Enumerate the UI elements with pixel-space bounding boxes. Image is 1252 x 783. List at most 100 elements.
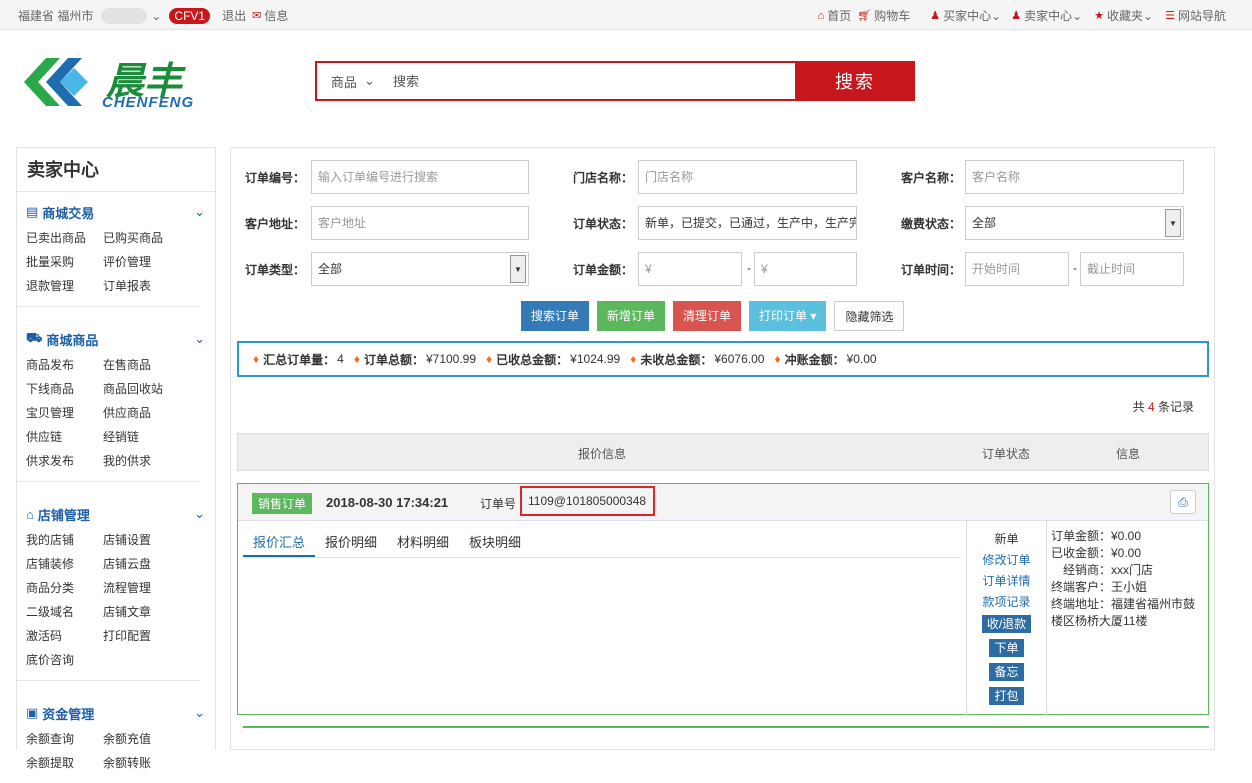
search-category-select[interactable]: 商品 ⌄ [317, 63, 389, 99]
sidebar-item[interactable]: 我的店铺 [26, 528, 103, 552]
cart-link[interactable]: 🛒︎ 购物车 [857, 7, 910, 24]
group-header[interactable]: ▤ 商城交易 ⌄ [26, 202, 205, 222]
chevron-down-icon[interactable]: ⌄ [151, 9, 161, 23]
customer-input[interactable]: 客户名称 [965, 160, 1184, 194]
tab-quote-summary[interactable]: 报价汇总 [243, 529, 316, 557]
clear-orders-button[interactable]: 清理订单 [673, 301, 742, 331]
chevron-down-icon: ⌄ [1072, 8, 1083, 23]
tab-quote-detail[interactable]: 报价明细 [315, 529, 387, 557]
sidebar-item[interactable]: 供应商品 [103, 401, 180, 425]
group-title: 店铺管理 [37, 507, 90, 523]
store-label: 门店名称： [573, 171, 634, 185]
sidebar-item[interactable]: 店铺设置 [103, 528, 180, 552]
edit-order-link[interactable]: 修改订单 [967, 550, 1046, 571]
order-type-badge: 销售订单 [252, 493, 313, 514]
sidebar-item[interactable]: 供应链 [26, 425, 103, 449]
logout-link[interactable]: 退出 [222, 7, 246, 24]
memo-button[interactable]: 备忘 [989, 663, 1024, 681]
sidebar-item[interactable]: 供求发布 [26, 449, 103, 473]
summary-bar: ♦ 汇总订单量： 4 ♦ 订单总额： ¥7100.99 ♦ 已收总金额： ¥1024.99 … [237, 341, 1209, 377]
sidebar-item[interactable]: 流程管理 [103, 576, 180, 600]
amount-label: 订单金额： [573, 263, 634, 277]
sidebar-item[interactable]: 余额转账 [103, 751, 180, 775]
order-type-value: 全部 [318, 262, 343, 276]
sidebar-item[interactable]: 激活码 [26, 624, 103, 648]
sidebar-item[interactable]: 已卖出商品 [26, 226, 103, 250]
place-order-button[interactable]: 下单 [989, 639, 1024, 657]
messages-link[interactable]: 信息 [264, 7, 288, 24]
sidebar-item[interactable]: 店铺装修 [26, 552, 103, 576]
store-input[interactable]: 门店名称 [638, 160, 857, 194]
chevron-down-icon: ⌄ [364, 73, 376, 88]
order-header: 销售订单 2018-08-30 17:34:21 订单号 1109@101805… [238, 484, 1208, 521]
order-type-select[interactable]: 全部 ▼ [311, 252, 529, 286]
sidebar-item[interactable]: 订单报表 [103, 274, 180, 298]
sidebar-item[interactable]: 批量采购 [26, 250, 103, 274]
sidebar-item[interactable]: 在售商品 [103, 353, 180, 377]
logo-english: CHENFENG [102, 94, 195, 111]
tab-panel-detail[interactable]: 板块明细 [459, 529, 531, 557]
summary-offset-label: 冲账金额： [784, 352, 845, 367]
site-logo[interactable]: 晨丰 CHENFENG [16, 44, 216, 120]
received-amount: 已收金额：¥0.00 [1051, 546, 1142, 560]
sidebar-item[interactable]: 店铺云盘 [103, 552, 180, 576]
sidebar-item[interactable]: 评价管理 [103, 250, 180, 274]
add-order-button[interactable]: 新增订单 [597, 301, 666, 331]
amount-max-input[interactable]: ¥ [754, 252, 857, 286]
order-no-input[interactable]: 输入订单编号进行搜索 [311, 160, 529, 194]
refund-button[interactable]: 收/退款 [981, 615, 1032, 633]
sidebar-item[interactable]: 退款管理 [26, 274, 103, 298]
order-amount: 订单金额：¥0.00 [1051, 529, 1142, 543]
sidebar-item[interactable]: 打印配置 [103, 624, 180, 648]
col-info: 信息 [1116, 447, 1141, 461]
sidebar-group-trade: ▤ 商城交易 ⌄ 已卖出商品 已购买商品 批量采购 评价管理 退款管理 订单报表 [17, 192, 205, 307]
sidebar-item[interactable]: 已购买商品 [103, 226, 180, 250]
search-input[interactable] [389, 63, 795, 99]
sidebar-item[interactable]: 商品发布 [26, 353, 103, 377]
status-label: 订单状态： [573, 217, 634, 231]
buyer-center-menu[interactable]: ♟ 买家中心 ⌄ [930, 7, 1001, 24]
filter-row-2: 客户地址： 客户地址 订单状态： 新单，已提交，已通过，生产中，生产完成 缴费状… [231, 206, 1216, 240]
sidebar-item[interactable]: 二级域名 [26, 600, 103, 624]
fee-status-select[interactable]: 全部 ▼ [965, 206, 1184, 240]
sidebar-item[interactable]: 店铺文章 [103, 600, 180, 624]
sidebar-item[interactable]: 余额提取 [26, 751, 103, 775]
group-header[interactable]: ⌂ 店铺管理 ⌄ [26, 504, 205, 524]
order-detail-link[interactable]: 订单详情 [967, 571, 1046, 592]
time-start-input[interactable]: 开始时间 [965, 252, 1069, 286]
tab-material-detail[interactable]: 材料明细 [387, 529, 459, 557]
site-nav-menu[interactable]: ☰ 网站导航 [1165, 7, 1226, 24]
group-header[interactable]: ⛟ 商城商品 ⌄ [26, 329, 205, 349]
print-orders-button[interactable]: 打印订单 ▾ [749, 301, 827, 331]
sidebar-item[interactable]: 余额查询 [26, 727, 103, 751]
payment-record-link[interactable]: 款项记录 [967, 592, 1046, 613]
time-end-input[interactable]: 截止时间 [1080, 252, 1184, 286]
favorites-menu[interactable]: ★ 收藏夹 ⌄ [1094, 7, 1153, 24]
sidebar-item[interactable]: 宝贝管理 [26, 401, 103, 425]
address-input[interactable]: 客户地址 [311, 206, 529, 240]
col-quote-info: 报价信息 [578, 447, 627, 461]
hide-filter-button[interactable]: 隐藏筛选 [834, 301, 905, 331]
sidebar-item[interactable]: 底价咨询 [26, 648, 103, 672]
summary-count-label: 汇总订单量： [263, 352, 336, 367]
record-count: 共 4 条记录 [1133, 398, 1194, 415]
sidebar-item[interactable]: 经销链 [103, 425, 180, 449]
search-button[interactable]: 搜索 [795, 61, 915, 101]
print-button[interactable]: ⎙ [1170, 490, 1196, 514]
printer-icon: ⎙ [1178, 495, 1188, 509]
sidebar-item[interactable]: 我的供求 [103, 449, 180, 473]
group-header[interactable]: ▣ 资金管理 ⌄ [26, 703, 205, 723]
seller-center-menu[interactable]: ♟ 卖家中心 ⌄ [1011, 7, 1082, 24]
sidebar-item[interactable]: 下线商品 [26, 377, 103, 401]
amount-min-input[interactable]: ¥ [638, 252, 742, 286]
sidebar-item[interactable]: 商品分类 [26, 576, 103, 600]
home-link[interactable]: ⌂ 首页 [818, 7, 852, 24]
search-orders-button[interactable]: 搜索订单 [521, 301, 590, 331]
sidebar-item[interactable]: 商品回收站 [103, 377, 180, 401]
sidebar-item[interactable]: 余额充值 [103, 727, 180, 751]
status-multiselect[interactable]: 新单，已提交，已通过，生产中，生产完成 [638, 206, 857, 240]
group-title: 资金管理 [42, 706, 95, 722]
order-no-label: 订单编号： [245, 171, 306, 185]
pack-button[interactable]: 打包 [989, 687, 1024, 705]
location-text[interactable]: 福建省 福州市 [18, 7, 93, 24]
